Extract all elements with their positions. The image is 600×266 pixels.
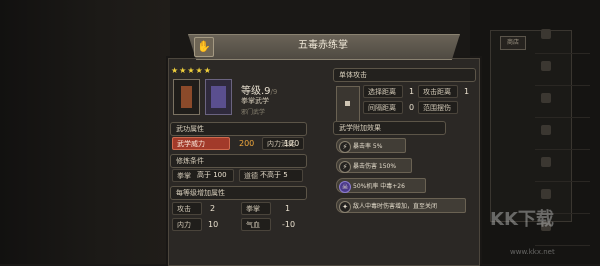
poison-icon: ☠ xyxy=(339,181,351,193)
attack-value: 1 xyxy=(409,87,415,96)
effect-item: ✦ 敌人中毒时伤害增加，直至关闭 xyxy=(336,198,466,213)
req-value: 不高于 5 xyxy=(260,171,288,179)
attr-value: 120 xyxy=(284,139,300,148)
character-portrait-icon xyxy=(205,79,232,115)
watermark-url: www.kkx.net xyxy=(510,248,555,256)
stat-label: 内力 xyxy=(172,218,202,231)
lightning-icon: ⚡ xyxy=(339,161,351,173)
effect-item: ⚡ 暴击率 5% xyxy=(336,138,406,153)
stat-value: 10 xyxy=(208,220,219,229)
stat-label: 气血 xyxy=(241,218,271,231)
skill-portrait-icon xyxy=(173,79,200,115)
attack-label: 选择距离 xyxy=(363,85,403,98)
level: 等级.9/9 xyxy=(241,86,278,97)
section-attack: 单体攻击 xyxy=(333,68,476,82)
rating-stars: ★★★★★ xyxy=(171,66,212,75)
attr-label: 武学威力 xyxy=(172,137,230,150)
attack-value: 1 xyxy=(464,87,470,96)
attack-label: 范围摆伤 xyxy=(418,101,458,114)
attack-value: 0 xyxy=(409,103,415,112)
attr-value: 200 xyxy=(239,139,255,148)
skill-title: 五毒赤练掌 xyxy=(298,40,348,51)
section-requirements: 修炼条件 xyxy=(170,154,307,168)
effect-item: ⚡ 暴击伤害 150% xyxy=(336,158,412,173)
background-left xyxy=(0,0,170,264)
attack-range-grid xyxy=(336,86,360,122)
stat-value: 1 xyxy=(285,204,291,213)
stat-value: 2 xyxy=(210,204,216,213)
school: 邪门武学 xyxy=(241,109,266,116)
req-value: 高于 100 xyxy=(197,171,227,179)
shop-tab[interactable]: 商店 xyxy=(500,36,526,50)
weapon-type: 拳掌武学 xyxy=(241,97,269,105)
watermark-logo: KK下载 xyxy=(490,209,554,230)
stat-label: 攻击 xyxy=(172,202,202,215)
section-per-level: 每等级增加属性 xyxy=(170,186,307,200)
section-attributes: 武功属性 xyxy=(170,122,307,136)
attack-label: 间隔距离 xyxy=(363,101,403,114)
section-effects: 武学附加效果 xyxy=(333,121,446,135)
lightning-icon: ⚡ xyxy=(339,141,351,153)
stat-value: -10 xyxy=(282,220,296,229)
star-icon: ✦ xyxy=(339,201,351,213)
stat-label: 拳掌 xyxy=(241,202,271,215)
effect-item: ☠ 50%机率 中毒+26 xyxy=(336,178,426,193)
attack-label: 攻击距离 xyxy=(418,85,458,98)
